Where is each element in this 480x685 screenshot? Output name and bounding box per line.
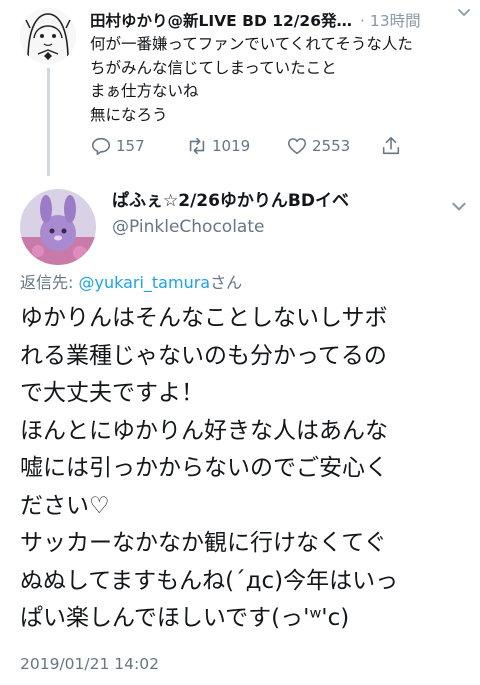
replying-mention-link[interactable]: @yukari_tamura bbox=[78, 273, 210, 292]
parent-tweet-text: 何が一番嫌ってファンでいてくれてそうな人た ちがみんな信じてしまっていたこと ま… bbox=[90, 33, 475, 127]
parent-avatar[interactable] bbox=[20, 8, 76, 64]
parent-display-name[interactable]: 田村ゆかり@新LIVE BD 12/26発… bbox=[90, 9, 352, 31]
main-text-line: ほんとにゆかりん好きな人はあんな bbox=[20, 417, 388, 444]
anime-girl-avatar-icon bbox=[20, 8, 76, 64]
like-count: 2553 bbox=[312, 137, 351, 155]
main-text-line: ゆかりんはそんなことしないしサボ bbox=[20, 305, 388, 331]
main-text-line: ださい♡ bbox=[20, 492, 110, 519]
chevron-down-icon[interactable] bbox=[456, 4, 472, 20]
main-text-line: れる業種じゃないのも分かってるの bbox=[20, 342, 387, 369]
parent-text-line: ちがみんな信じてしまっていたこと bbox=[90, 58, 337, 77]
replying-prefix: 返信先: bbox=[20, 273, 79, 292]
share-icon bbox=[382, 136, 400, 155]
plush-toy-avatar-icon bbox=[20, 189, 96, 265]
main-text-line: サッカーなかなか観に行けなくてぐ bbox=[20, 530, 387, 556]
parent-text-line: 何が一番嫌ってファンでいてくれてそうな人た bbox=[90, 35, 413, 53]
parent-header: 田村ゆかり@新LIVE BD 12/26発… · 13時間 bbox=[90, 8, 472, 32]
parent-text-line: まぁ仕方ないね bbox=[90, 82, 199, 100]
main-tweet-text: ゆかりんはそんなことしないしサボ れる業種じゃないのも分かってるの で大丈夫です… bbox=[20, 300, 475, 638]
main-text-line: 嘘には引っかからないのでご安心く bbox=[20, 455, 388, 481]
main-text-line: ぱい楽しんでほしいです(っ'ʷ'c) bbox=[20, 605, 350, 631]
parent-tweet[interactable]: 田村ゆかり@新LIVE BD 12/26発… · 13時間 何が一番嫌ってファン… bbox=[0, 0, 480, 176]
main-text-line: で大丈夫ですよ！ bbox=[20, 380, 204, 406]
reply-icon bbox=[91, 137, 111, 156]
like-button[interactable]: 2553 bbox=[286, 134, 350, 158]
main-display-name[interactable]: ぱふぇ☆2/26ゆかりんBDイベ bbox=[112, 189, 349, 213]
retweet-icon bbox=[189, 137, 205, 155]
reply-button[interactable]: 157 bbox=[90, 134, 145, 158]
retweet-count: 1019 bbox=[212, 137, 251, 155]
chevron-down-icon[interactable] bbox=[450, 197, 468, 215]
heart-icon bbox=[287, 138, 307, 155]
retweet-button[interactable]: 1019 bbox=[186, 134, 250, 158]
parent-timestamp[interactable]: · 13時間 bbox=[360, 9, 421, 31]
main-avatar[interactable] bbox=[20, 189, 96, 265]
reply-count: 157 bbox=[116, 137, 145, 155]
replying-to: 返信先: @yukari_tamuraさん bbox=[20, 271, 242, 295]
main-text-line: ぬぬしてますもんね(´дс)今年はいっ bbox=[20, 567, 399, 594]
main-tweet: ぱふぇ☆2/26ゆかりんBDイベ @PinkleChocolate 返信先: @… bbox=[0, 175, 480, 685]
main-tweet-timestamp: 2019/01/21 14:02 bbox=[20, 655, 159, 673]
main-handle[interactable]: @PinkleChocolate bbox=[112, 215, 264, 239]
share-button[interactable] bbox=[380, 134, 406, 158]
parent-action-bar: 157 1019 2553 bbox=[90, 134, 470, 158]
thread-connector-line bbox=[47, 68, 50, 176]
replying-suffix: さん bbox=[210, 273, 243, 292]
parent-text-line: 無になろう bbox=[90, 105, 168, 124]
